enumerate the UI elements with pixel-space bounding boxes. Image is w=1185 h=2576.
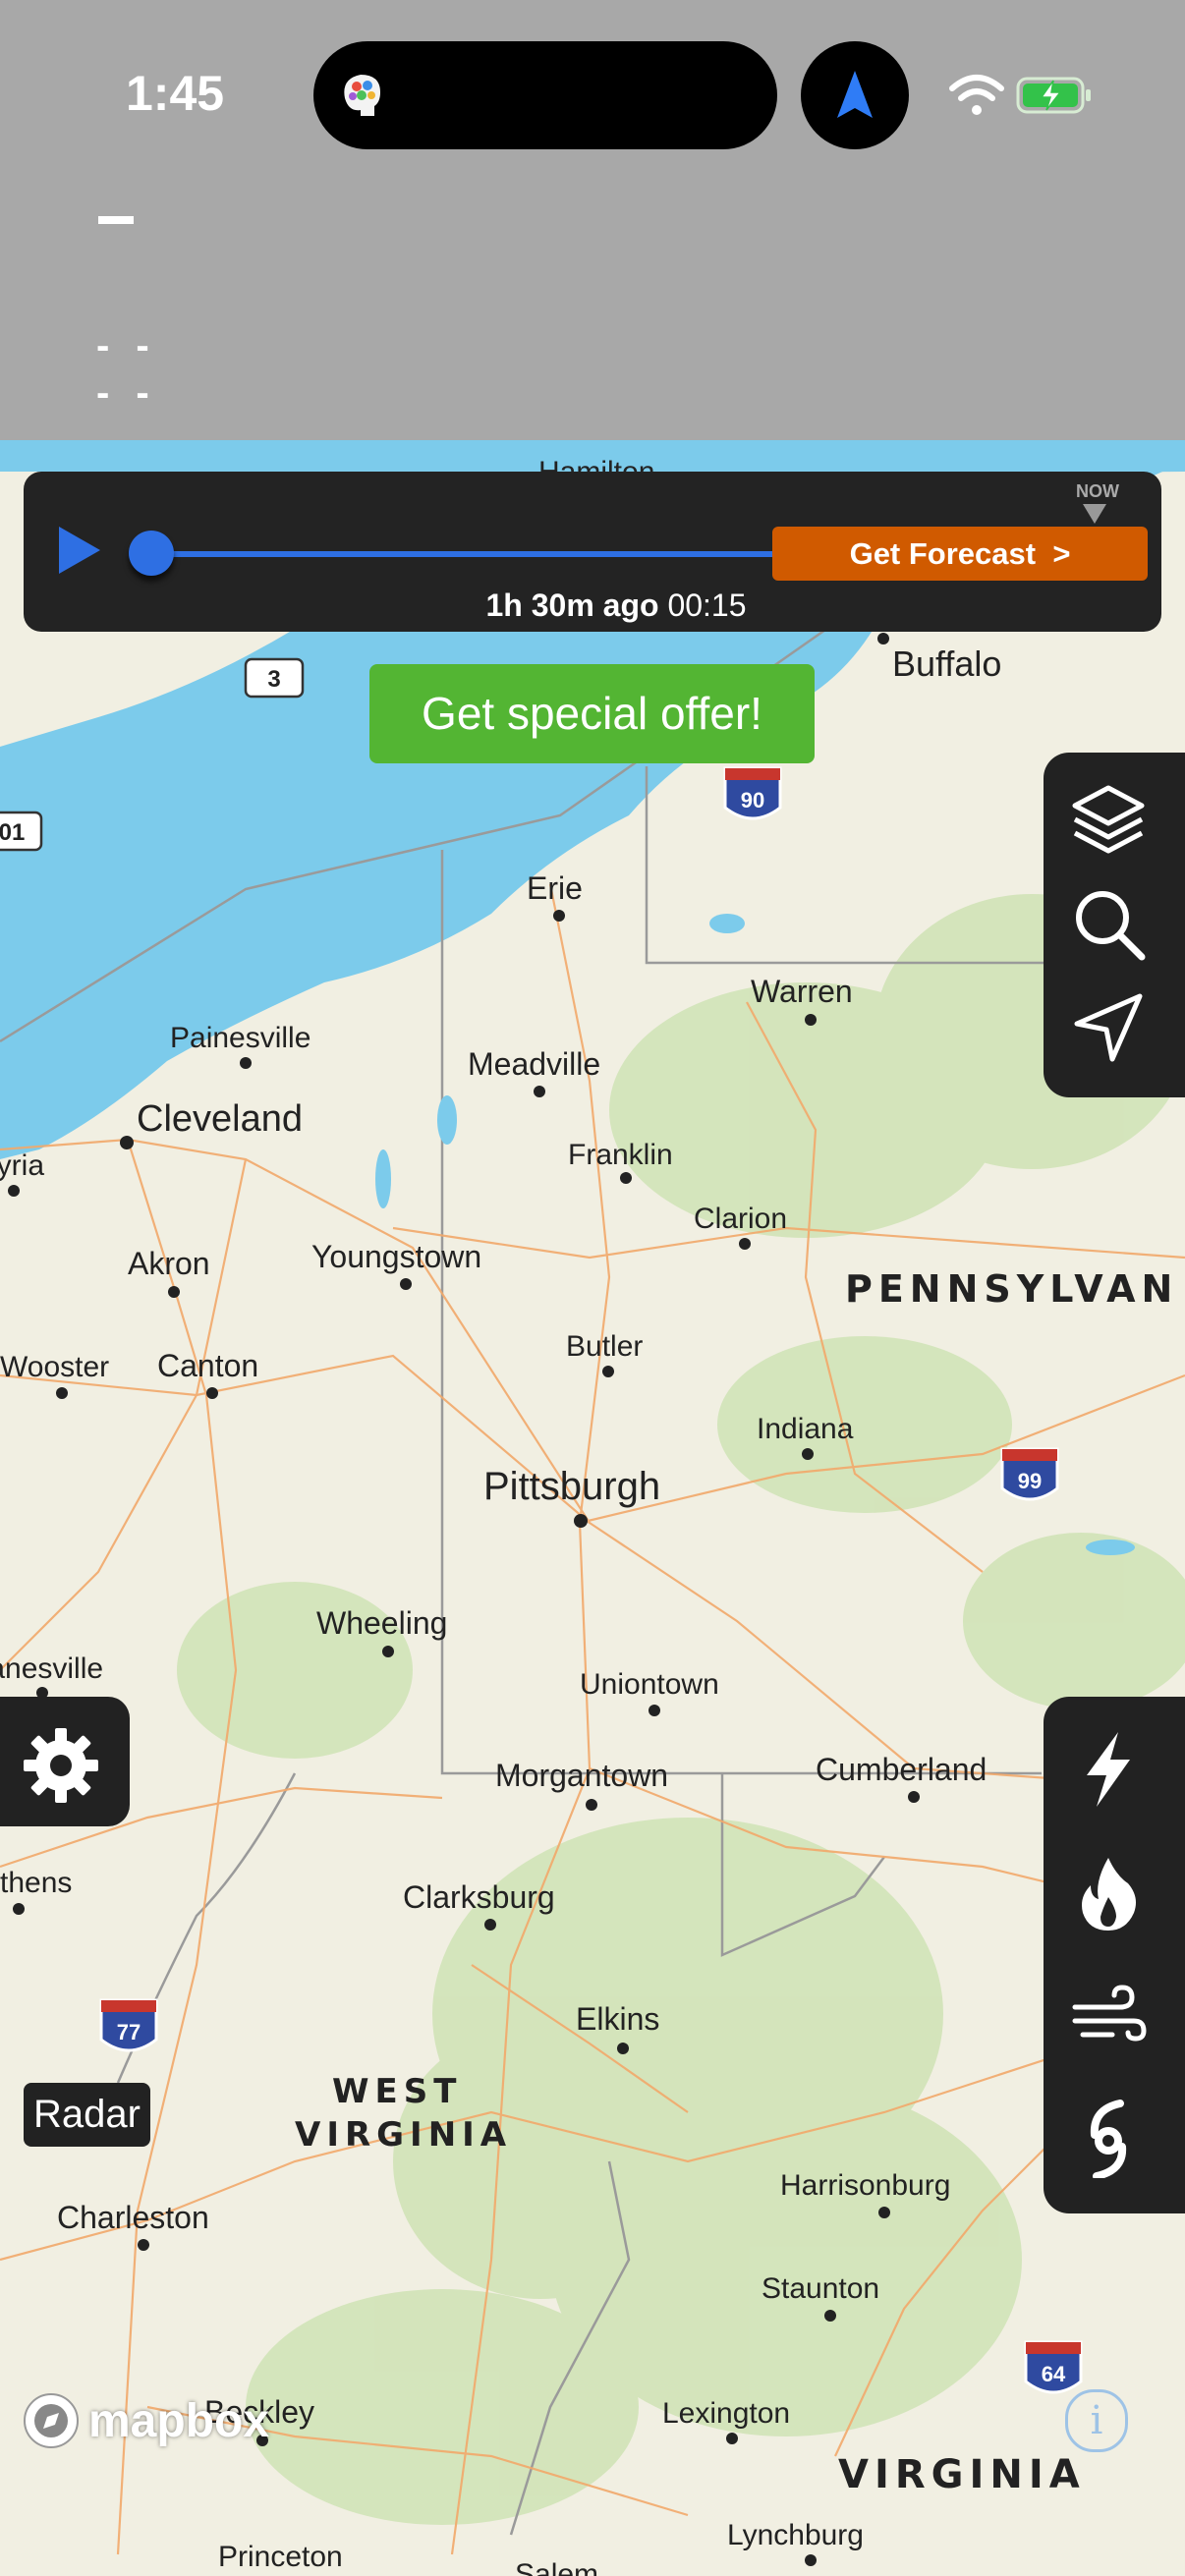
status-time: 1:45 — [126, 66, 225, 121]
city-label: Zanesville — [0, 1652, 103, 1685]
city-label: Canton — [157, 1348, 258, 1383]
overlay-tools-panel — [1044, 1697, 1185, 2213]
hurricane-icon[interactable] — [1069, 2100, 1148, 2178]
timeline-track[interactable] — [151, 551, 839, 557]
timeline-scrubber[interactable] — [129, 531, 174, 576]
city-label: Butler — [566, 1330, 643, 1363]
svg-text:77: 77 — [117, 2020, 141, 2044]
city-label: Charleston — [57, 2200, 209, 2235]
svg-text:3: 3 — [267, 666, 280, 693]
get-forecast-button[interactable]: Get Forecast > — [772, 527, 1148, 581]
city-label: Staunton — [762, 2272, 879, 2305]
city-label: Franklin — [568, 1139, 673, 1171]
header-subtitle-1: - - — [96, 324, 157, 367]
clock-label: 00:15 — [667, 588, 747, 623]
layers-icon[interactable] — [1069, 780, 1148, 859]
mapbox-wordmark: mapbox — [88, 2394, 270, 2447]
info-icon[interactable]: i — [1065, 2389, 1128, 2452]
settings-button[interactable] — [0, 1697, 130, 1826]
time-readout: 1h 30m ago 00:15 — [24, 588, 1185, 624]
state-label: PENNSYLVAN — [845, 1267, 1178, 1311]
state-label: WEST — [332, 2072, 462, 2111]
city-label: Morgantown — [495, 1758, 668, 1793]
lightning-icon[interactable] — [1069, 1730, 1148, 1809]
mapbox-attribution[interactable]: mapbox — [22, 2391, 269, 2450]
now-label: NOW — [1076, 481, 1119, 501]
state-label: VIRGINIA — [838, 2452, 1086, 2497]
city-label: Lynchburg — [727, 2519, 864, 2551]
city-label: Clarion — [694, 1203, 787, 1235]
city-label: Athens — [0, 1867, 72, 1899]
app-header: 1:45 - - - - — [0, 0, 1185, 440]
gear-icon — [24, 1728, 98, 1803]
brain-app-icon — [344, 75, 380, 116]
fire-icon[interactable] — [1069, 1854, 1148, 1932]
svg-text:64: 64 — [1042, 2362, 1066, 2386]
navigation-indicator — [801, 41, 909, 149]
svg-text:01: 01 — [0, 819, 25, 846]
svg-text:99: 99 — [1018, 1469, 1042, 1493]
radar-timeline: Get Forecast > NOW 1h 30m ago 00:15 — [24, 472, 1161, 632]
city-label: Clarksburg — [403, 1879, 555, 1915]
city-label: Elkins — [576, 2001, 659, 2037]
city-label: Painesville — [170, 1022, 310, 1054]
city-label: Erie — [527, 870, 583, 906]
city-label: Pittsburgh — [483, 1465, 660, 1508]
city-label: Meadville — [468, 1046, 600, 1082]
map-tools-panel — [1044, 753, 1185, 1097]
location-title — [98, 216, 134, 224]
dynamic-island — [313, 41, 777, 149]
navigation-arrow-icon — [837, 71, 873, 118]
wifi-icon — [949, 75, 1004, 115]
city-label: Wheeling — [316, 1605, 447, 1641]
city-label: Salem — [515, 2558, 598, 2576]
city-label: Uniontown — [580, 1668, 719, 1701]
time-ago-label: 1h 30m ago — [485, 588, 659, 623]
header-subtitle-2: - - — [96, 371, 157, 415]
location-arrow-icon[interactable] — [1069, 988, 1148, 1067]
city-label: Wooster — [0, 1351, 109, 1383]
city-label: Harrisonburg — [780, 2169, 950, 2202]
city-label: Cleveland — [137, 1098, 303, 1140]
mapbox-logo-icon — [24, 2393, 79, 2448]
play-icon[interactable] — [53, 523, 104, 578]
city-label: Elyria — [0, 1149, 44, 1182]
now-marker — [1083, 504, 1106, 524]
svg-text:90: 90 — [741, 788, 764, 812]
wind-icon[interactable] — [1069, 1978, 1148, 2056]
city-label: Cumberland — [816, 1752, 987, 1787]
city-label: Lexington — [662, 2397, 790, 2430]
layer-label: Radar — [24, 2083, 150, 2147]
city-label: Buffalo — [892, 644, 1001, 684]
city-label: Akron — [128, 1246, 210, 1281]
city-label: Youngstown — [311, 1239, 481, 1274]
city-label: Princeton — [218, 2541, 343, 2573]
state-label: VIRGINIA — [295, 2115, 512, 2155]
city-label: Warren — [751, 974, 853, 1009]
battery-charging-icon — [1016, 77, 1091, 114]
search-icon[interactable] — [1069, 884, 1148, 963]
special-offer-button[interactable]: Get special offer! — [369, 664, 815, 763]
city-label: Indiana — [757, 1413, 854, 1445]
